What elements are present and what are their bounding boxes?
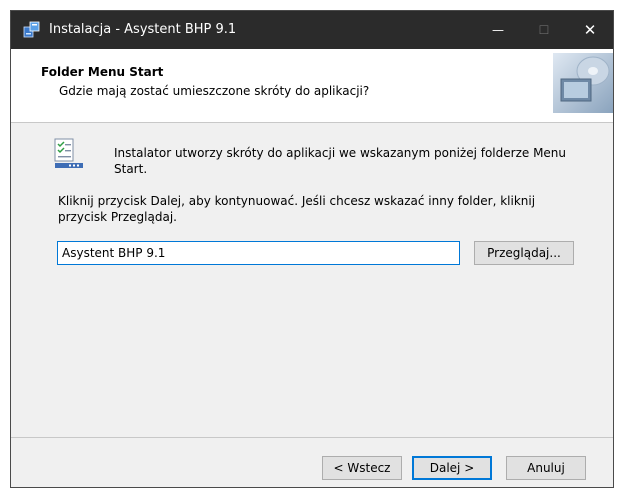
close-button[interactable]: ✕ — [567, 11, 613, 49]
next-button[interactable]: Dalej > — [412, 456, 492, 480]
instructions-text: Kliknij przycisk Dalej, aby kontynuować.… — [58, 194, 536, 224]
page-subtitle: Gdzie mają zostać umieszczone skróty do … — [59, 84, 370, 98]
back-button[interactable]: < Wstecz — [322, 456, 402, 480]
desktop-background-left — [0, 0, 10, 488]
maximize-button[interactable]: ☐ — [521, 11, 567, 49]
window-title: Instalacja - Asystent BHP 9.1 — [49, 22, 237, 37]
wizard-header: Folder Menu Start Gdzie mają zostać umie… — [11, 49, 613, 123]
start-menu-folder-input[interactable] — [57, 241, 460, 265]
page-title: Folder Menu Start — [41, 65, 164, 79]
start-menu-folder-icon — [54, 138, 83, 168]
cancel-button[interactable]: Anuluj — [506, 456, 586, 480]
app-installer-icon — [23, 21, 40, 38]
title-bar[interactable]: Instalacja - Asystent BHP 9.1 — ☐ ✕ — [11, 11, 613, 49]
browse-button[interactable]: Przeglądaj... — [474, 241, 574, 265]
minimize-button[interactable]: — — [475, 11, 521, 49]
wizard-content: Instalator utworzy skróty do aplikacji w… — [11, 123, 613, 448]
maximize-icon: ☐ — [538, 23, 550, 37]
close-icon: ✕ — [583, 21, 597, 39]
minimize-icon: — — [492, 23, 504, 37]
installer-window: Instalacja - Asystent BHP 9.1 — ☐ ✕ Fold… — [10, 10, 614, 488]
footer-divider — [11, 437, 613, 438]
intro-text: Instalator utworzy skróty do aplikacji w… — [114, 146, 567, 176]
wizard-header-image — [553, 53, 613, 113]
desktop-background-right — [613, 0, 627, 488]
